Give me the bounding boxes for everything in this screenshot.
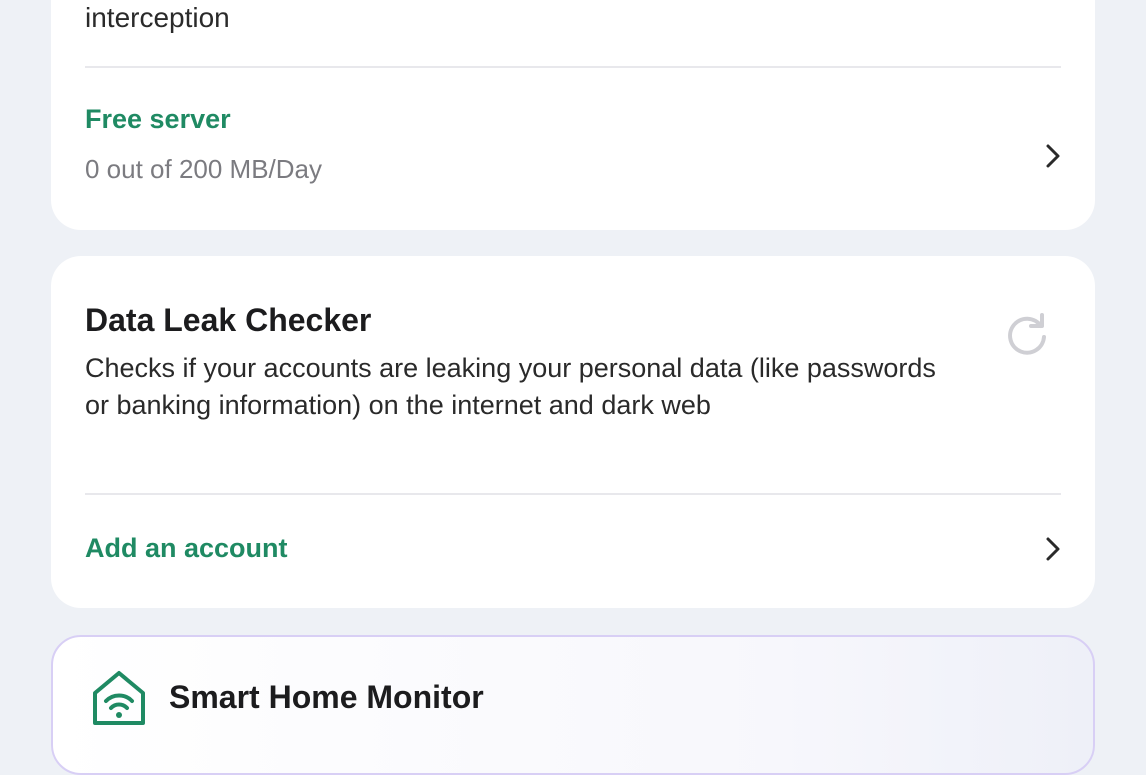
data-leak-description: Checks if your accounts are leaking your… xyxy=(85,353,936,420)
free-server-usage: 0 out of 200 MB/Day xyxy=(85,154,323,184)
free-server-label: Free server xyxy=(85,104,231,134)
vpn-card: interception Free server 0 out of 200 MB… xyxy=(51,0,1095,230)
data-leak-title: Data Leak Checker xyxy=(85,302,372,338)
vpn-description-text: interception xyxy=(85,2,230,33)
chevron-right-icon xyxy=(1046,144,1060,168)
add-account-link: Add an account xyxy=(85,533,288,563)
refresh-icon[interactable] xyxy=(1003,309,1051,357)
smart-home-monitor-card[interactable]: Smart Home Monitor xyxy=(51,635,1095,775)
smart-home-title: Smart Home Monitor xyxy=(169,679,484,715)
free-server-row[interactable]: Free server 0 out of 200 MB/Day xyxy=(51,68,1095,230)
chevron-right-icon xyxy=(1046,537,1060,561)
smart-home-wifi-icon xyxy=(93,671,145,725)
add-account-row[interactable]: Add an account xyxy=(51,495,1095,608)
data-leak-checker-card: Data Leak Checker Checks if your account… xyxy=(51,256,1095,608)
